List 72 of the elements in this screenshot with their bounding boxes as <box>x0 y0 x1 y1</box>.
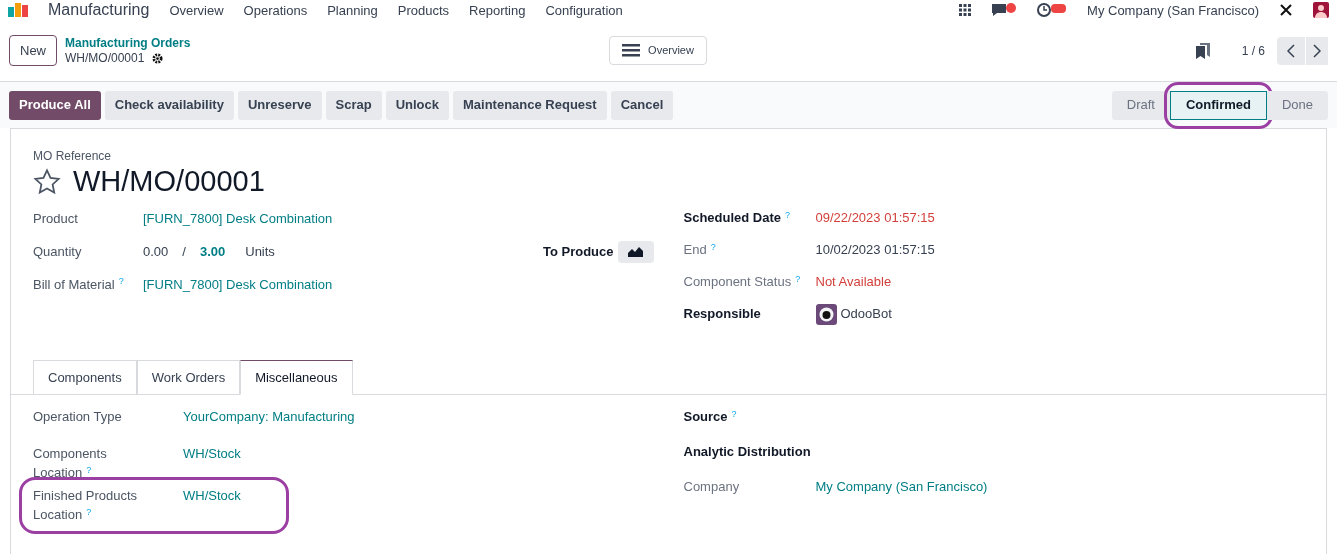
unit-text: Units <box>245 242 275 261</box>
field-label: Component Status <box>683 274 792 290</box>
action-button[interactable]: Scrap <box>325 90 382 120</box>
tab[interactable]: Miscellaneous <box>240 360 353 395</box>
avatar-icon <box>815 303 837 325</box>
action-button[interactable]: Unreserve <box>237 90 322 120</box>
menu-item[interactable]: Planning <box>327 3 378 17</box>
clock-icon[interactable] <box>1037 3 1068 17</box>
record-title: WH/MO/00001 <box>73 167 265 196</box>
field-label: Product <box>33 210 78 226</box>
field-label: Responsible <box>683 306 761 322</box>
field-link[interactable]: WH/Stock <box>183 486 241 524</box>
chat-icon[interactable] <box>991 3 1018 17</box>
field-label: Bill of Material <box>33 276 115 292</box>
field-link[interactable]: YourCompany: Manufacturing <box>183 407 355 440</box>
menu-item[interactable]: Configuration <box>545 3 623 17</box>
field-label: Scheduled Date <box>683 210 782 226</box>
status-step[interactable]: Draft <box>1111 90 1170 120</box>
field-link[interactable]: WH/Stock <box>183 444 241 482</box>
status-step[interactable]: Confirmed <box>1169 90 1267 120</box>
field-value: 10/02/2023 01:57:15 <box>815 241 935 260</box>
field-label: To Produce <box>542 242 614 261</box>
menu-item[interactable]: Overview <box>169 3 224 17</box>
star-icon[interactable] <box>33 167 61 196</box>
forecast-button[interactable] <box>617 240 654 263</box>
settings-icon[interactable] <box>152 52 164 64</box>
breadcrumb-link[interactable]: Manufacturing Orders <box>65 35 191 51</box>
field-label: Company <box>683 479 740 494</box>
tab[interactable]: Work Orders <box>136 360 241 395</box>
field-link[interactable]: OdooBot <box>840 304 892 324</box>
user-avatar-icon[interactable] <box>1313 2 1329 18</box>
field-label: End <box>683 242 707 258</box>
menu-item[interactable]: Operations <box>243 3 308 17</box>
action-button[interactable]: Check availability <box>104 90 234 120</box>
field-label: Operation Type <box>33 408 123 426</box>
field-label: Finished Products Location $^{?}$ <box>33 487 139 524</box>
field-label: Analytic Distribution <box>683 444 811 459</box>
pager-value: 1 / 6 <box>1241 42 1265 60</box>
action-button[interactable]: Cancel <box>610 90 674 120</box>
previous-button[interactable] <box>1277 36 1305 65</box>
field-label: Source <box>683 409 728 424</box>
field-label: Components Location $^{?}$ <box>33 445 108 482</box>
chevron-right-icon <box>1313 43 1321 58</box>
field-link[interactable]: [FURN_7800] Desk Combination <box>143 274 333 295</box>
quantity-field[interactable]: 0.00 <box>143 241 169 262</box>
field-link[interactable]: My Company (San Francisco) <box>815 477 988 497</box>
app-logo-icon[interactable] <box>8 3 28 17</box>
field-link[interactable]: [FURN_7800] Desk Combination <box>143 208 333 229</box>
quantity-field[interactable]: 3.00 <box>199 241 226 262</box>
tab[interactable]: Components <box>33 360 137 395</box>
separator-text: / <box>182 242 186 261</box>
area-chart-icon <box>627 246 644 257</box>
status-step[interactable]: Done <box>1266 90 1328 120</box>
field-value: 09/22/2023 01:57:15 <box>815 209 935 228</box>
chevron-left-icon <box>1287 43 1295 58</box>
field-value: Not Available <box>815 273 892 292</box>
overview-button[interactable]: Overview <box>609 36 707 65</box>
next-button[interactable] <box>1306 36 1328 65</box>
action-button[interactable]: Maintenance Request <box>453 90 607 120</box>
record-name: WH/MO/00001 <box>65 50 145 66</box>
company-switcher[interactable]: My Company (San Francisco) <box>1087 3 1259 17</box>
menu-item[interactable]: Reporting <box>469 3 526 17</box>
app-name: Manufacturing <box>48 2 150 18</box>
action-button[interactable]: Produce All <box>9 90 101 120</box>
menu-item[interactable]: Products <box>397 3 450 17</box>
field-label: MO Reference <box>33 148 113 165</box>
new-button[interactable]: New <box>9 34 57 67</box>
action-button[interactable]: Unlock <box>385 90 449 120</box>
menu-icon <box>622 44 641 57</box>
bookmark-icon[interactable] <box>1195 42 1210 59</box>
field-label: Quantity <box>33 243 82 259</box>
apps-grid-icon[interactable] <box>959 4 972 16</box>
